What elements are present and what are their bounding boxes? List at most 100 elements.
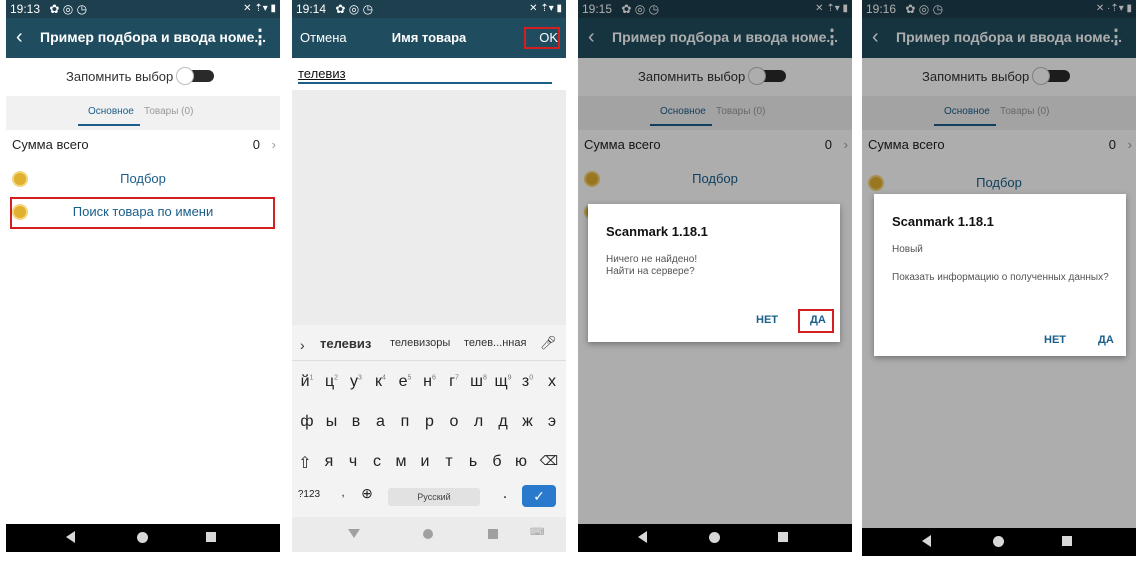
product-name-input[interactable] — [298, 64, 552, 84]
microphone-icon[interactable]: 🎤︎ — [540, 335, 557, 351]
nav-back-icon[interactable] — [638, 531, 647, 543]
key[interactable]: л — [466, 413, 492, 431]
key[interactable]: х — [539, 373, 565, 391]
key[interactable]: ю — [508, 453, 534, 471]
dialog-no-button[interactable]: НЕТ — [756, 314, 778, 326]
nav-recents-icon[interactable] — [778, 532, 788, 542]
space-bar[interactable]: Русский — [388, 488, 480, 506]
tab-goods[interactable]: Товары (0) — [144, 106, 193, 117]
total-sum-value: 0 — [252, 137, 260, 152]
key[interactable]: т — [436, 453, 462, 471]
status-right-icons: ✕ ⇡▾ ▮ — [529, 3, 562, 14]
keyboard-nav-bar: ⌨ — [292, 517, 566, 552]
shift-icon[interactable]: ⇧ — [292, 453, 318, 473]
key[interactable]: а — [368, 413, 394, 431]
key[interactable]: й1 — [294, 373, 320, 391]
dialog-question: Показать информацию о полученных данных? — [892, 272, 1109, 283]
nav-recents-icon[interactable] — [206, 532, 216, 542]
key-digit-hint: 3 — [358, 374, 362, 382]
key-digit-hint: 2 — [334, 374, 339, 382]
tab-main[interactable]: Основное — [88, 106, 134, 117]
key[interactable]: г7 — [441, 373, 467, 391]
key-digit-hint: 6 — [431, 374, 436, 382]
nav-back-icon[interactable] — [66, 531, 75, 543]
key[interactable]: в — [343, 413, 369, 431]
key[interactable]: щ9 — [490, 373, 516, 391]
total-sum-row[interactable]: Сумма всего 0 › — [6, 134, 280, 160]
expand-suggestions-icon[interactable]: › — [300, 337, 305, 353]
key-digit-hint: 8 — [482, 374, 487, 382]
key[interactable]: к4 — [368, 373, 394, 391]
key-digit-hint: 7 — [454, 374, 459, 382]
tabs-bar: Основное Товары (0) — [6, 96, 280, 130]
key-letter: ц — [324, 373, 335, 390]
key-digit-hint: 1 — [309, 374, 314, 382]
key[interactable]: у3 — [343, 373, 369, 391]
key-letter: й — [300, 373, 310, 390]
remember-choice-toggle[interactable] — [176, 67, 216, 85]
status-icons: ✿ ◎ ◷ — [49, 2, 88, 16]
backspace-icon[interactable]: ⌫ — [536, 453, 562, 469]
key[interactable]: с — [364, 453, 390, 471]
key[interactable]: п — [392, 413, 418, 431]
nav-home-icon[interactable] — [423, 529, 433, 539]
system-nav-bar — [6, 524, 280, 552]
key-letter: ш — [470, 373, 483, 390]
suggestion-1[interactable]: телевиз — [320, 336, 371, 351]
key-digit-hint: 4 — [382, 374, 386, 382]
nav-home-icon[interactable] — [137, 532, 148, 543]
enter-key-check-icon[interactable]: ✓ — [522, 485, 556, 507]
remember-choice-row: Запомнить выбор — [6, 58, 280, 94]
status-time: 19:13 — [10, 2, 41, 16]
comma-key[interactable]: , — [330, 485, 356, 499]
list-item-selection[interactable]: Подбор — [6, 167, 280, 193]
key[interactable]: ж — [515, 413, 541, 431]
key[interactable]: н6 — [417, 373, 443, 391]
key[interactable]: р — [417, 413, 443, 431]
symbols-key[interactable]: ?123 — [294, 489, 324, 500]
suggestion-2[interactable]: телевизоры — [390, 337, 450, 349]
screen-4: 19:16 ✿ ◎ ◷ ✕ ·⇡▾ ▮ ‹ Пример подбора и в… — [862, 0, 1136, 556]
key[interactable]: э — [539, 413, 565, 431]
key[interactable]: б — [484, 453, 510, 471]
key[interactable]: ф — [294, 413, 320, 431]
globe-icon[interactable]: ⊕ — [354, 485, 380, 502]
dialog-no-button[interactable]: НЕТ — [1044, 334, 1066, 346]
key[interactable]: з0 — [515, 373, 541, 391]
key-digit-hint: 5 — [407, 374, 412, 382]
key[interactable]: д — [490, 413, 516, 431]
screen-2: 19:14 ✿ ◎ ◷ ✕ ⇡▾ ▮ Отмена Имя товара OK … — [292, 0, 566, 552]
key[interactable]: и — [412, 453, 438, 471]
nav-home-icon[interactable] — [709, 532, 720, 543]
key-letter: щ — [494, 373, 508, 390]
keyboard-switch-icon[interactable]: ⌨ — [530, 527, 544, 538]
suggestion-3[interactable]: телев...нная — [464, 337, 526, 349]
screen-3: 19:15 ✿ ◎ ◷ ✕ ⇡▾ ▮ ‹ Пример подбора и вв… — [578, 0, 852, 552]
key[interactable]: е5 — [392, 373, 418, 391]
nav-recents-icon[interactable] — [488, 529, 498, 539]
status-bar: 19:14 ✿ ◎ ◷ ✕ ⇡▾ ▮ — [292, 0, 566, 18]
hide-keyboard-icon[interactable] — [348, 529, 360, 538]
key[interactable]: я — [316, 453, 342, 471]
key[interactable]: ч — [340, 453, 366, 471]
nav-back-icon[interactable] — [922, 535, 931, 547]
nav-home-icon[interactable] — [993, 536, 1004, 547]
key[interactable]: ш8 — [466, 373, 492, 391]
dialog-yes-button[interactable]: ДА — [1098, 334, 1114, 346]
key[interactable]: ц2 — [319, 373, 345, 391]
key-digit-hint: 0 — [529, 374, 534, 382]
key[interactable]: о — [441, 413, 467, 431]
key[interactable]: ь — [460, 453, 486, 471]
overflow-menu-icon[interactable]: ⋮ — [250, 26, 270, 48]
period-key[interactable]: . — [492, 485, 518, 503]
key[interactable]: ы — [319, 413, 345, 431]
toggle-knob — [176, 67, 194, 85]
nav-recents-icon[interactable] — [1062, 536, 1072, 546]
total-sum-label: Сумма всего — [12, 137, 89, 152]
suggestion-bar: › телевиз телевизоры телев...нная 🎤︎ — [292, 325, 566, 361]
back-arrow-icon[interactable]: ‹ — [16, 26, 23, 48]
key-letter: н — [423, 373, 432, 390]
dialog-title: Scanmark 1.18.1 — [606, 224, 708, 239]
key[interactable]: м — [388, 453, 414, 471]
highlight-box — [524, 27, 560, 49]
